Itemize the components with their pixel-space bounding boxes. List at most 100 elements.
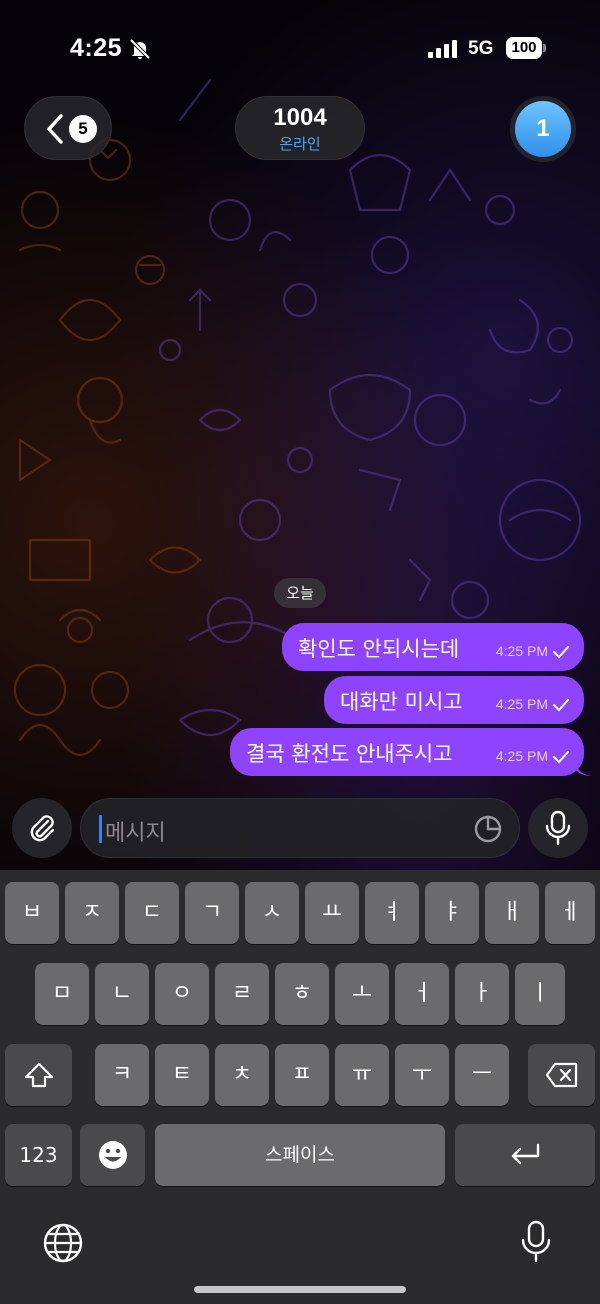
key-row2-6[interactable]: ㅗ bbox=[335, 963, 389, 1025]
key-row1-4[interactable]: ㄱ bbox=[185, 882, 239, 944]
key-label: 스페이스 bbox=[265, 1144, 335, 1166]
key-row1-6[interactable]: ㅛ bbox=[305, 882, 359, 944]
read-check-icon bbox=[553, 699, 569, 712]
chevron-left-icon bbox=[47, 114, 63, 144]
key-row3-6[interactable]: ㅜ bbox=[395, 1044, 449, 1106]
key-row3-5[interactable]: ㅠ bbox=[335, 1044, 389, 1106]
message-input[interactable]: 메시지 bbox=[80, 798, 520, 858]
dictation-icon[interactable] bbox=[520, 1220, 552, 1264]
return-icon bbox=[511, 1143, 540, 1165]
battery-cap bbox=[543, 44, 546, 52]
message-composer: 메시지 bbox=[0, 790, 600, 870]
key-label: ㄹ bbox=[231, 981, 253, 1006]
chat-status: 온라인 bbox=[279, 135, 321, 153]
microphone-icon bbox=[545, 810, 571, 846]
key-row1-10[interactable]: ㅔ bbox=[545, 882, 595, 944]
key-row3-7[interactable]: ㅡ bbox=[455, 1044, 509, 1106]
key-label: ㅅ bbox=[261, 900, 283, 925]
key-row2-7[interactable]: ㅓ bbox=[395, 963, 449, 1025]
sticker-icon[interactable] bbox=[473, 814, 503, 844]
message-text: 대화만 미시고 bbox=[340, 690, 463, 714]
unread-count-badge: 5 bbox=[69, 115, 97, 143]
text-caret bbox=[99, 815, 102, 843]
key-label: ㅔ bbox=[559, 900, 581, 925]
key-row1-3[interactable]: ㄷ bbox=[125, 882, 179, 944]
key-row3-4[interactable]: ㅍ bbox=[275, 1044, 329, 1106]
key-label: 123 bbox=[19, 1143, 58, 1167]
key-row2-5[interactable]: ㅎ bbox=[275, 963, 329, 1025]
message-time: 4:25 PM bbox=[495, 748, 548, 764]
space-key[interactable]: 스페이스 bbox=[155, 1124, 445, 1186]
key-label: ㄱ bbox=[201, 900, 223, 925]
key-row2-2[interactable]: ㄴ bbox=[95, 963, 149, 1025]
key-label: ㅌ bbox=[171, 1062, 193, 1087]
delete-icon bbox=[545, 1062, 577, 1088]
bell-slash-icon bbox=[129, 38, 151, 60]
delete-key[interactable] bbox=[528, 1044, 595, 1106]
key-label: ㅓ bbox=[411, 981, 433, 1006]
key-label: ㅁ bbox=[51, 981, 73, 1006]
globe-icon[interactable] bbox=[42, 1222, 84, 1264]
key-label: ㅍ bbox=[291, 1062, 313, 1087]
status-time: 4:25 bbox=[70, 34, 123, 62]
numbers-key[interactable]: 123 bbox=[5, 1124, 72, 1186]
key-row1-5[interactable]: ㅅ bbox=[245, 882, 299, 944]
key-row3-2[interactable]: ㅌ bbox=[155, 1044, 209, 1106]
date-divider: 오늘 bbox=[274, 578, 326, 608]
message-bubble[interactable]: 확인도 안되시는데 4:25 PM bbox=[282, 623, 584, 671]
status-bar: 4:25 5G 100 bbox=[0, 0, 600, 90]
key-row2-9[interactable]: ㅣ bbox=[515, 963, 565, 1025]
message-placeholder: 메시지 bbox=[105, 821, 166, 846]
key-label: ㄷ bbox=[141, 900, 163, 925]
key-label: ㅋ bbox=[111, 1062, 133, 1087]
battery-level: 100 bbox=[506, 37, 542, 59]
key-row2-3[interactable]: ㅇ bbox=[155, 963, 209, 1025]
chat-title: 1004 bbox=[273, 104, 327, 131]
key-row2-4[interactable]: ㄹ bbox=[215, 963, 269, 1025]
key-label: ㅗ bbox=[351, 981, 373, 1006]
voice-message-button[interactable] bbox=[528, 798, 588, 858]
signal-icon bbox=[428, 40, 457, 58]
message-bubble[interactable]: 결국 환전도 안내주시고 4:25 PM bbox=[230, 728, 592, 776]
key-row1-9[interactable]: ㅐ bbox=[485, 882, 539, 944]
key-label: ㅣ bbox=[529, 981, 551, 1006]
message-bubble[interactable]: 대화만 미시고 4:25 PM bbox=[324, 676, 584, 724]
attach-button[interactable] bbox=[12, 798, 72, 858]
key-row1-8[interactable]: ㅑ bbox=[425, 882, 479, 944]
key-label: ㅏ bbox=[471, 981, 493, 1006]
key-row2-8[interactable]: ㅏ bbox=[455, 963, 509, 1025]
bubble-tail bbox=[574, 758, 592, 776]
key-row1-7[interactable]: ㅕ bbox=[365, 882, 419, 944]
key-row1-1[interactable]: ㅂ bbox=[5, 882, 59, 944]
key-label: ㅈ bbox=[81, 900, 103, 925]
emoji-icon bbox=[98, 1141, 127, 1169]
emoji-key[interactable] bbox=[80, 1124, 145, 1186]
key-label: ㅇ bbox=[171, 981, 193, 1006]
key-label: ㅎ bbox=[291, 981, 313, 1006]
keyboard: ㅂ ㅈ ㄷ ㄱ ㅅ ㅛ ㅕ ㅑ ㅐ ㅔ ㅁ ㄴ ㅇ ㄹ ㅎ ㅗ ㅓ ㅏ ㅣ ㅋ … bbox=[0, 870, 600, 1304]
key-row3-1[interactable]: ㅋ bbox=[95, 1044, 149, 1106]
battery-indicator: 100 bbox=[506, 37, 546, 59]
chat-title-pill[interactable]: 1004 온라인 bbox=[235, 96, 365, 160]
return-key[interactable] bbox=[455, 1124, 595, 1186]
key-row2-1[interactable]: ㅁ bbox=[35, 963, 89, 1025]
key-row3-3[interactable]: ㅊ bbox=[215, 1044, 269, 1106]
key-label: ㅕ bbox=[381, 900, 403, 925]
avatar-button[interactable]: 1 bbox=[510, 96, 576, 162]
paperclip-icon bbox=[30, 815, 55, 842]
message-text: 확인도 안되시는데 bbox=[298, 637, 460, 661]
key-label: ㅐ bbox=[501, 900, 523, 925]
key-label: ㅡ bbox=[471, 1062, 493, 1087]
key-row1-2[interactable]: ㅈ bbox=[65, 882, 119, 944]
shift-key[interactable] bbox=[5, 1044, 72, 1106]
message-time: 4:25 PM bbox=[495, 696, 548, 712]
network-label: 5G bbox=[468, 38, 494, 59]
message-time: 4:25 PM bbox=[495, 643, 548, 659]
back-button[interactable]: 5 bbox=[24, 96, 112, 160]
key-label: ㅊ bbox=[231, 1062, 253, 1087]
avatar: 1 bbox=[515, 101, 571, 157]
message-text: 결국 환전도 안내주시고 bbox=[246, 742, 453, 766]
shift-icon bbox=[24, 1062, 53, 1088]
key-label: ㅂ bbox=[21, 900, 43, 925]
home-indicator[interactable] bbox=[194, 1286, 406, 1293]
